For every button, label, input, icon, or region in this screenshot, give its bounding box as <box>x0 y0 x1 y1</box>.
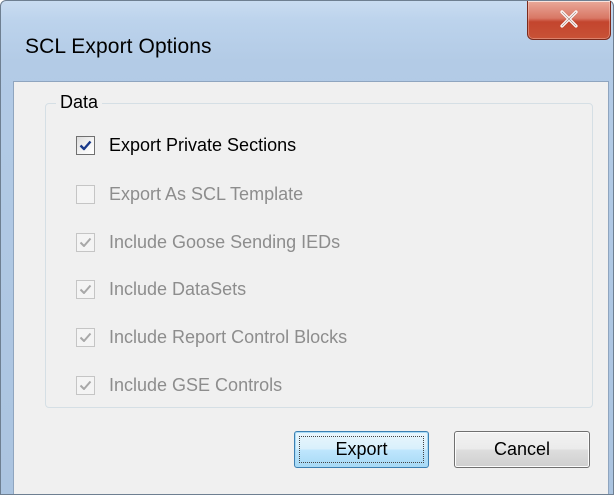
export-as-scl-template-checkbox <box>76 184 95 204</box>
option-label: Export As SCL Template <box>109 183 304 204</box>
cancel-button-label: Cancel <box>493 439 551 459</box>
include-datasets-checkbox <box>76 279 95 299</box>
option-include-report-control-blocks: Include Report Control Blocks <box>76 324 347 350</box>
checkmark-icon <box>79 284 92 294</box>
include-goose-sending-ieds-checkbox <box>76 232 95 252</box>
option-include-datasets: Include DataSets <box>76 276 246 302</box>
title-bar[interactable]: SCL Export Options <box>1 1 613 85</box>
export-button-label: Export <box>335 439 388 459</box>
option-export-as-scl-template: Export As SCL Template <box>76 181 303 207</box>
option-label: Include DataSets <box>109 278 247 299</box>
checkmark-icon <box>79 237 92 247</box>
checkmark-icon <box>79 380 92 390</box>
option-label: Include Report Control Blocks <box>109 326 348 347</box>
option-include-goose-sending-ieds: Include Goose Sending IEDs <box>76 229 340 255</box>
window-title: SCL Export Options <box>25 35 212 58</box>
dialog-window: SCL Export Options Data Export Private S… <box>0 0 614 495</box>
include-report-control-blocks-checkbox <box>76 327 95 347</box>
close-x-icon <box>560 10 578 28</box>
checkmark-icon <box>79 140 92 150</box>
groupbox-legend: Data <box>56 92 103 113</box>
checkmark-icon <box>79 332 92 342</box>
export-private-sections-checkbox[interactable] <box>76 135 95 155</box>
include-gse-controls-checkbox <box>76 375 95 395</box>
option-label: Export Private Sections <box>109 134 297 155</box>
cancel-button[interactable]: Cancel <box>454 431 590 468</box>
option-include-gse-controls: Include GSE Controls <box>76 372 282 398</box>
option-export-private-sections[interactable]: Export Private Sections <box>76 132 296 158</box>
option-label: Include Goose Sending IEDs <box>109 231 341 252</box>
option-label: Include GSE Controls <box>109 374 283 395</box>
close-button[interactable] <box>527 1 611 40</box>
dialog-client-area: Data Export Private Sections Export As S… <box>13 81 609 494</box>
export-button[interactable]: Export <box>294 431 429 468</box>
